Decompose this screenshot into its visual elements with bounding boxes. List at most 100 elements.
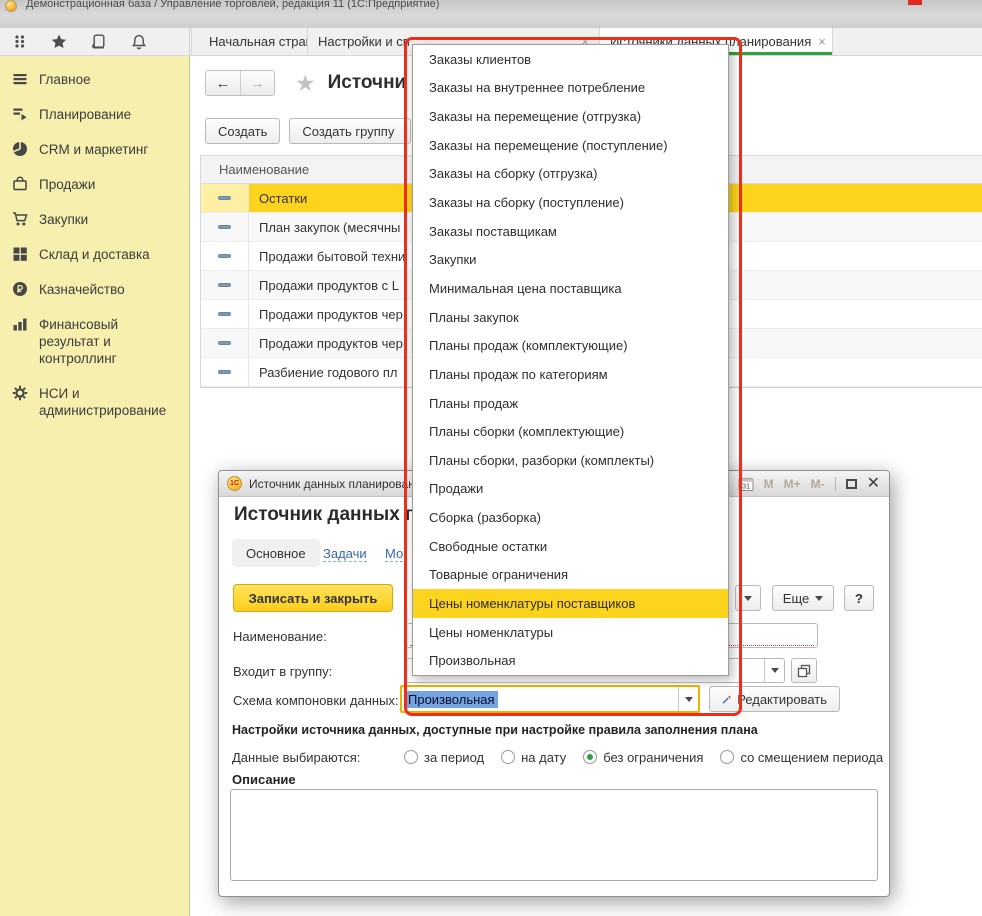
briefcase-icon: [12, 176, 28, 192]
radio-option[interactable]: на дату: [501, 750, 566, 765]
element-dash-icon: [218, 254, 231, 258]
create-group-button[interactable]: Создать группу: [289, 118, 411, 144]
dropdown-item[interactable]: Заказы на внутреннее потребление: [413, 74, 728, 103]
group-open-button[interactable]: [791, 658, 817, 683]
memory-button[interactable]: M: [764, 477, 774, 491]
dropdown-item[interactable]: Заказы на перемещение (поступление): [413, 131, 728, 160]
data-select-label: Данные выбираются:: [232, 750, 360, 765]
favorite-star-icon[interactable]: ★: [295, 72, 316, 94]
maximize-icon[interactable]: [846, 479, 857, 489]
tab-close-icon[interactable]: ×: [818, 35, 826, 48]
dialog-tab-tasks[interactable]: Задачи: [323, 546, 367, 562]
sidebar-item-sales[interactable]: Продажи: [0, 167, 189, 202]
dialog-title: Источник данных планировани:: [249, 477, 425, 491]
radio-option[interactable]: без ограничения: [583, 750, 703, 765]
radio-icon[interactable]: [404, 750, 418, 764]
dropdown-item-label: Заказы на перемещение (поступление): [429, 138, 668, 153]
history-scroll-icon[interactable]: [91, 34, 107, 49]
dropdown-item[interactable]: Заказы на перемещение (отгрузка): [413, 102, 728, 131]
sidebar-item-financial-result[interactable]: Финансовый результат и контроллинг: [0, 307, 189, 376]
settings-section-heading: Настройки источника данных, доступные пр…: [232, 723, 758, 737]
create-button[interactable]: Создать: [205, 118, 280, 144]
group-field-label: Входит в группу:: [233, 664, 332, 679]
dropdown-item-label: Заказы на внутреннее потребление: [429, 80, 645, 95]
sidebar-item-crm[interactable]: CRM и маркетинг: [0, 132, 189, 167]
dropdown-item[interactable]: Заказы поставщикам: [413, 217, 728, 246]
favorites-star-icon[interactable]: [51, 34, 67, 49]
radio-icon[interactable]: [583, 750, 597, 764]
dropdown-item-label: Планы закупок: [429, 310, 519, 325]
radio-option-label: на дату: [521, 750, 566, 765]
schema-combo-input[interactable]: Произвольная: [400, 685, 700, 713]
dropdown-item[interactable]: Свободные остатки: [413, 532, 728, 561]
chevron-down-icon: [815, 596, 823, 601]
sidebar-item-warehouse[interactable]: Склад и доставка: [0, 237, 189, 272]
apps-menu-icon[interactable]: [13, 34, 27, 49]
dropdown-item[interactable]: Сборка (разборка): [413, 503, 728, 532]
name-field-label: Наименование:: [233, 629, 327, 644]
memory-minus-button[interactable]: M-: [811, 477, 825, 491]
sidebar-item-treasury[interactable]: Казначейство: [0, 272, 189, 307]
dropdown-item[interactable]: Минимальная цена поставщика: [413, 274, 728, 303]
gear-icon: [12, 385, 28, 401]
element-dash-icon: [218, 341, 231, 345]
description-textarea[interactable]: [230, 789, 878, 881]
group-dropdown-button[interactable]: [764, 659, 784, 682]
dropdown-item[interactable]: Заказы на сборку (отгрузка): [413, 160, 728, 189]
element-dash-icon: [218, 312, 231, 316]
dropdown-item[interactable]: Продажи: [413, 475, 728, 504]
save-and-close-button[interactable]: Записать и закрыть: [233, 584, 393, 612]
calendar-icon[interactable]: 31: [738, 476, 754, 492]
dropdown-item-label: Заказы на сборку (отгрузка): [429, 166, 597, 181]
dialog-heading: Источник данных пл: [234, 504, 429, 526]
sidebar-item-nsi-admin[interactable]: НСИ и администрирование: [0, 376, 189, 428]
dropdown-item[interactable]: Планы сборки, разборки (комплекты): [413, 446, 728, 475]
forward-button[interactable]: →: [240, 71, 274, 95]
chevron-down-icon: [685, 697, 693, 702]
back-button[interactable]: ←: [206, 71, 240, 95]
radio-icon[interactable]: [720, 750, 734, 764]
sidebar-item-purchases[interactable]: Закупки: [0, 202, 189, 237]
radio-option[interactable]: со смещением периода: [720, 750, 883, 765]
dropdown-item[interactable]: Планы сборки (комплектующие): [413, 417, 728, 446]
dropdown-item[interactable]: Цены номенклатуры поставщиков: [413, 589, 728, 618]
more-button[interactable]: Еще: [772, 585, 834, 611]
dropdown-item[interactable]: Товарные ограничения: [413, 561, 728, 590]
1c-logo-icon: 1С: [227, 476, 242, 491]
dropdown-item-label: Цены номенклатуры: [429, 625, 553, 640]
dropdown-item-label: Планы продаж (комплектующие): [429, 338, 628, 353]
dropdown-item[interactable]: Цены номенклатуры: [413, 618, 728, 647]
schema-field-label: Схема компоновки данных:: [233, 693, 399, 708]
window-close-button[interactable]: [908, 0, 922, 5]
help-button[interactable]: ?: [844, 585, 874, 611]
dropdown-item[interactable]: Заказы клиентов: [413, 45, 728, 74]
dropdown-item[interactable]: Произвольная: [413, 646, 728, 675]
schema-dropdown-button[interactable]: [678, 687, 698, 711]
dropdown-item[interactable]: Планы продаж по категориям: [413, 360, 728, 389]
dropdown-item[interactable]: Планы закупок: [413, 303, 728, 332]
planning-icon: [12, 106, 28, 122]
dropdown-item[interactable]: Планы продаж: [413, 389, 728, 418]
sidebar-item-main[interactable]: Главное: [0, 62, 189, 97]
edit-schema-button[interactable]: Редактировать: [709, 686, 840, 712]
dropdown-item-label: Сборка (разборка): [429, 510, 541, 525]
radio-icon[interactable]: [501, 750, 515, 764]
magic-wand-icon: [722, 692, 732, 707]
close-icon[interactable]: ✕: [867, 476, 880, 492]
dropdown-item-label: Минимальная цена поставщика: [429, 281, 622, 296]
memory-plus-button[interactable]: M+: [784, 477, 801, 491]
hidden-split-button[interactable]: [735, 585, 761, 611]
dropdown-item[interactable]: Закупки: [413, 245, 728, 274]
form-nav-row: ← → ★ Источни: [205, 70, 406, 96]
dropdown-item[interactable]: Планы продаж (комплектующие): [413, 331, 728, 360]
dropdown-item[interactable]: Заказы на сборку (поступление): [413, 188, 728, 217]
notifications-bell-icon[interactable]: [131, 34, 147, 50]
description-label: Описание: [232, 772, 296, 787]
sidebar-item-planning[interactable]: Планирование: [0, 97, 189, 132]
radio-option[interactable]: за период: [404, 750, 484, 765]
dropdown-item-label: Цены номенклатуры поставщиков: [429, 596, 635, 611]
tab-home[interactable]: Начальная страница: [191, 28, 308, 55]
radio-option-label: со смещением периода: [740, 750, 883, 765]
dialog-tab-my[interactable]: Мо: [385, 546, 403, 562]
dialog-tab-main[interactable]: Основное: [232, 539, 320, 567]
